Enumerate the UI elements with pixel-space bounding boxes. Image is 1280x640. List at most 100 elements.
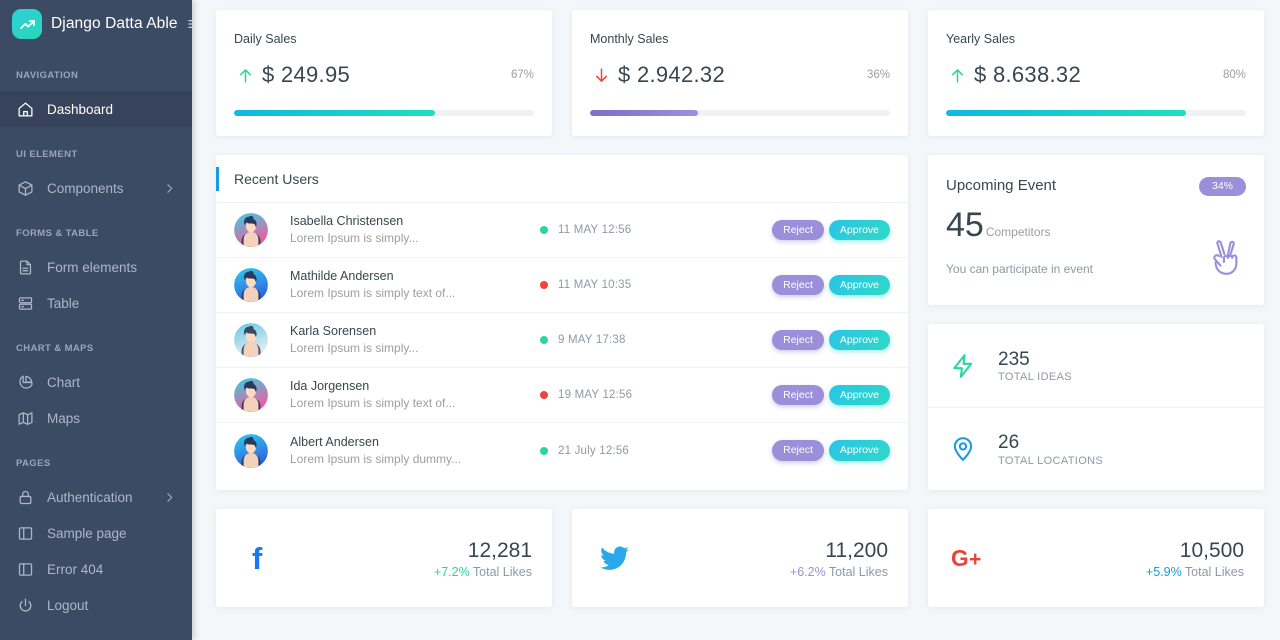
map-icon [16, 409, 34, 427]
social-count: 11,200 [790, 537, 888, 564]
approve-button[interactable]: Approve [829, 220, 890, 241]
social-cards-row: f12,281+7.2% Total Likes11,200+6.2% Tota… [216, 509, 1270, 607]
sales-card-percent: 67% [511, 69, 534, 81]
user-info: Mathilde AndersenLorem Ipsum is simply t… [290, 267, 540, 303]
sidebar-item-maps[interactable]: Maps [0, 400, 192, 436]
chevron-right-icon [163, 182, 176, 195]
sidebar-item-label: Dashboard [47, 102, 113, 117]
user-subtitle: Lorem Ipsum is simply... [290, 340, 540, 357]
sales-card-value-row: $ 2.942.3236% [590, 62, 890, 88]
sales-card-amount: $ 8.638.32 [974, 62, 1081, 88]
social-count: 10,500 [1146, 537, 1244, 564]
power-icon [16, 596, 34, 614]
user-timestamp-cell: 9 MAY 17:38 [540, 334, 690, 346]
event-unit-label: Competitors [986, 225, 1051, 239]
app-root: Django Datta Able NAVIGATION Dashboard UI … [0, 0, 1280, 640]
approve-button[interactable]: Approve [829, 275, 890, 296]
social-percent: +7.2% [434, 565, 470, 579]
avatar [234, 434, 268, 468]
upcoming-event-card: Upcoming Event 34% 45 Competitors You ca… [928, 155, 1264, 305]
sidebar-item-error-404[interactable]: Error 404 [0, 551, 192, 587]
sidebar-item-label: Chart [47, 375, 80, 390]
sidebar-item-form-elements[interactable]: Form elements [0, 249, 192, 285]
sales-card-monthly-sales: Monthly Sales $ 2.942.3236% [572, 10, 908, 136]
reject-button[interactable]: Reject [772, 385, 824, 406]
approve-button[interactable]: Approve [829, 330, 890, 351]
menu-toggle-icon[interactable] [187, 15, 192, 33]
stat-row-total-locations: 26TOTAL LOCATIONS [928, 407, 1264, 490]
brand-header: Django Datta Able [0, 0, 192, 48]
sidebar-panel-icon [16, 560, 34, 578]
approve-button[interactable]: Approve [829, 385, 890, 406]
social-card-google-plus: G+10,500+5.9% Total Likes [928, 509, 1264, 607]
table-row: Karla SorensenLorem Ipsum is simply...9 … [216, 313, 908, 368]
sales-card-amount: $ 249.95 [262, 62, 350, 88]
table-row: Ida JorgensenLorem Ipsum is simply text … [216, 368, 908, 423]
user-timestamp-cell: 11 MAY 10:35 [540, 279, 690, 291]
row-actions: RejectApprove [772, 440, 890, 461]
home-icon [16, 100, 34, 118]
sidebar-item-label: Authentication [47, 490, 133, 505]
user-subtitle: Lorem Ipsum is simply... [290, 230, 540, 247]
social-stats: 12,281+7.2% Total Likes [434, 537, 532, 578]
reject-button[interactable]: Reject [772, 220, 824, 241]
reject-button[interactable]: Reject [772, 440, 824, 461]
social-count: 12,281 [434, 537, 532, 564]
event-count-wrap: 45 Competitors [946, 208, 1246, 242]
user-subtitle: Lorem Ipsum is simply dummy... [290, 451, 540, 468]
nav-caption-ui-element: UI ELEMENT [0, 149, 192, 160]
sidebar-item-table[interactable]: Table [0, 285, 192, 321]
progress-fill [234, 110, 435, 116]
social-label: Total Likes [470, 565, 532, 579]
file-text-icon [16, 258, 34, 276]
sales-card-value-row: $ 8.638.3280% [946, 62, 1246, 88]
social-subtitle: +5.9% Total Likes [1146, 565, 1244, 579]
recent-users-list: Isabella ChristensenLorem Ipsum is simpl… [216, 203, 908, 478]
avatar [234, 268, 268, 302]
sidebar-item-label: Logout [47, 598, 88, 613]
user-timestamp-cell: 19 MAY 12:56 [540, 389, 690, 401]
table-row: Isabella ChristensenLorem Ipsum is simpl… [216, 203, 908, 258]
user-name: Karla Sorensen [290, 322, 540, 340]
sidebar-item-chart[interactable]: Chart [0, 364, 192, 400]
user-name: Isabella Christensen [290, 212, 540, 230]
svg-text:G: G [951, 545, 969, 571]
sales-card-title: Monthly Sales [590, 32, 890, 46]
progress-track [946, 110, 1246, 116]
sidebar-item-dashboard[interactable]: Dashboard [0, 91, 192, 127]
recent-users-card: Recent Users Isabella ChristensenLorem I… [216, 155, 908, 490]
sidebar: Django Datta Able NAVIGATION Dashboard UI … [0, 0, 192, 640]
stats-card: 235TOTAL IDEAS26TOTAL LOCATIONS [928, 324, 1264, 490]
nav-caption-chart-maps: CHART & MAPS [0, 343, 192, 354]
sidebar-item-sample-page[interactable]: Sample page [0, 515, 192, 551]
sidebar-item-logout[interactable]: Logout [0, 587, 192, 623]
event-title: Upcoming Event [946, 177, 1056, 194]
social-subtitle: +6.2% Total Likes [790, 565, 888, 579]
social-percent: +5.9% [1146, 565, 1182, 579]
social-label: Total Likes [826, 565, 888, 579]
nav-caption-navigation: NAVIGATION [0, 70, 192, 81]
sidebar-item-components[interactable]: Components [0, 170, 192, 206]
avatar [234, 323, 268, 357]
chevron-right-icon [163, 491, 176, 504]
user-timestamp: 11 MAY 10:35 [558, 279, 631, 291]
sidebar-item-authentication[interactable]: Authentication [0, 479, 192, 515]
approve-button[interactable]: Approve [829, 440, 890, 461]
recent-users-header: Recent Users [216, 155, 908, 203]
stat-label: TOTAL IDEAS [998, 371, 1072, 383]
reject-button[interactable]: Reject [772, 275, 824, 296]
arrow-up-icon [234, 66, 256, 85]
user-timestamp-cell: 11 MAY 12:56 [540, 224, 690, 236]
reject-button[interactable]: Reject [772, 330, 824, 351]
user-timestamp: 11 MAY 12:56 [558, 224, 631, 236]
social-stats: 11,200+6.2% Total Likes [790, 537, 888, 578]
main-content: Daily Sales$ 249.9567%Monthly Sales$ 2.9… [192, 0, 1280, 640]
social-subtitle: +7.2% Total Likes [434, 565, 532, 579]
user-name: Ida Jorgensen [290, 377, 540, 395]
avatar [234, 378, 268, 412]
recent-users-title: Recent Users [234, 171, 319, 187]
sidebar-item-label: Form elements [47, 260, 137, 275]
user-info: Ida JorgensenLorem Ipsum is simply text … [290, 377, 540, 413]
avatar [234, 213, 268, 247]
event-header: Upcoming Event 34% [946, 177, 1246, 196]
